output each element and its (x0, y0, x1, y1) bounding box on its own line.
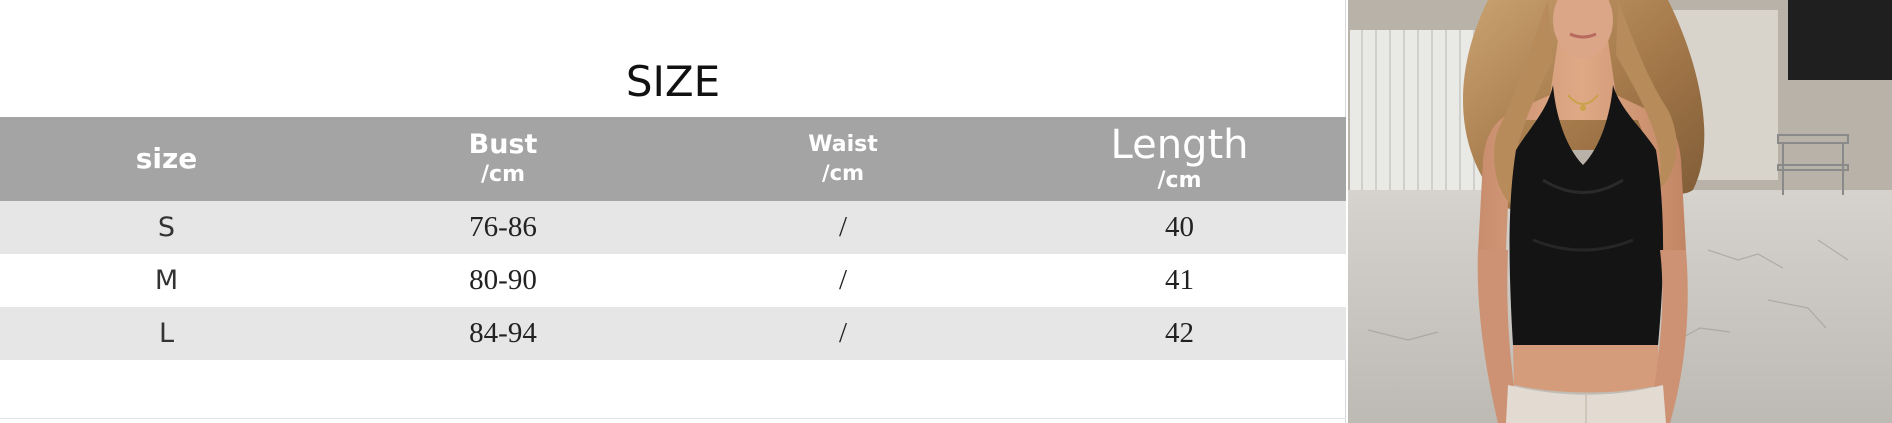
header-waist-unit: /cm (822, 161, 864, 185)
cell-waist: / (838, 211, 848, 243)
header-bust-unit: /cm (481, 162, 525, 187)
divider (0, 418, 1346, 419)
header-bust: Bust /cm (333, 117, 673, 201)
cell-bust: 76-86 (469, 211, 537, 243)
cell-length: 40 (1165, 211, 1194, 243)
size-chart-title: SIZE (625, 57, 721, 106)
cell-length: 42 (1165, 317, 1194, 349)
cell-bust: 80-90 (469, 264, 537, 296)
cell-size: M (154, 265, 179, 296)
size-table: size Bust /cm Waist /cm Length /cm S 76-… (0, 117, 1346, 360)
cell-size: L (158, 318, 175, 349)
header-length-label: Length (1110, 122, 1249, 168)
model-photo (1348, 0, 1892, 423)
size-chart-panel: SIZE size Bust /cm Waist /cm Length /cm (0, 0, 1346, 423)
header-waist-label: Waist (808, 132, 878, 157)
header-length-unit: /cm (1157, 168, 1202, 193)
cell-waist: / (838, 317, 848, 349)
header-length: Length /cm (1013, 117, 1346, 201)
table-row: L 84-94 / 42 (0, 307, 1346, 360)
header-bust-label: Bust (468, 129, 538, 160)
header-waist: Waist /cm (673, 117, 1013, 201)
table-row: S 76-86 / 40 (0, 201, 1346, 254)
cell-size: S (157, 212, 176, 243)
header-size: size (0, 117, 333, 201)
table-row: M 80-90 / 41 (0, 254, 1346, 307)
model-photo-illustration (1348, 0, 1892, 423)
header-size-label: size (135, 142, 198, 175)
cell-waist: / (838, 264, 848, 296)
cell-bust: 84-94 (469, 317, 537, 349)
table-header-row: size Bust /cm Waist /cm Length /cm (0, 117, 1346, 201)
cell-length: 41 (1165, 264, 1194, 296)
